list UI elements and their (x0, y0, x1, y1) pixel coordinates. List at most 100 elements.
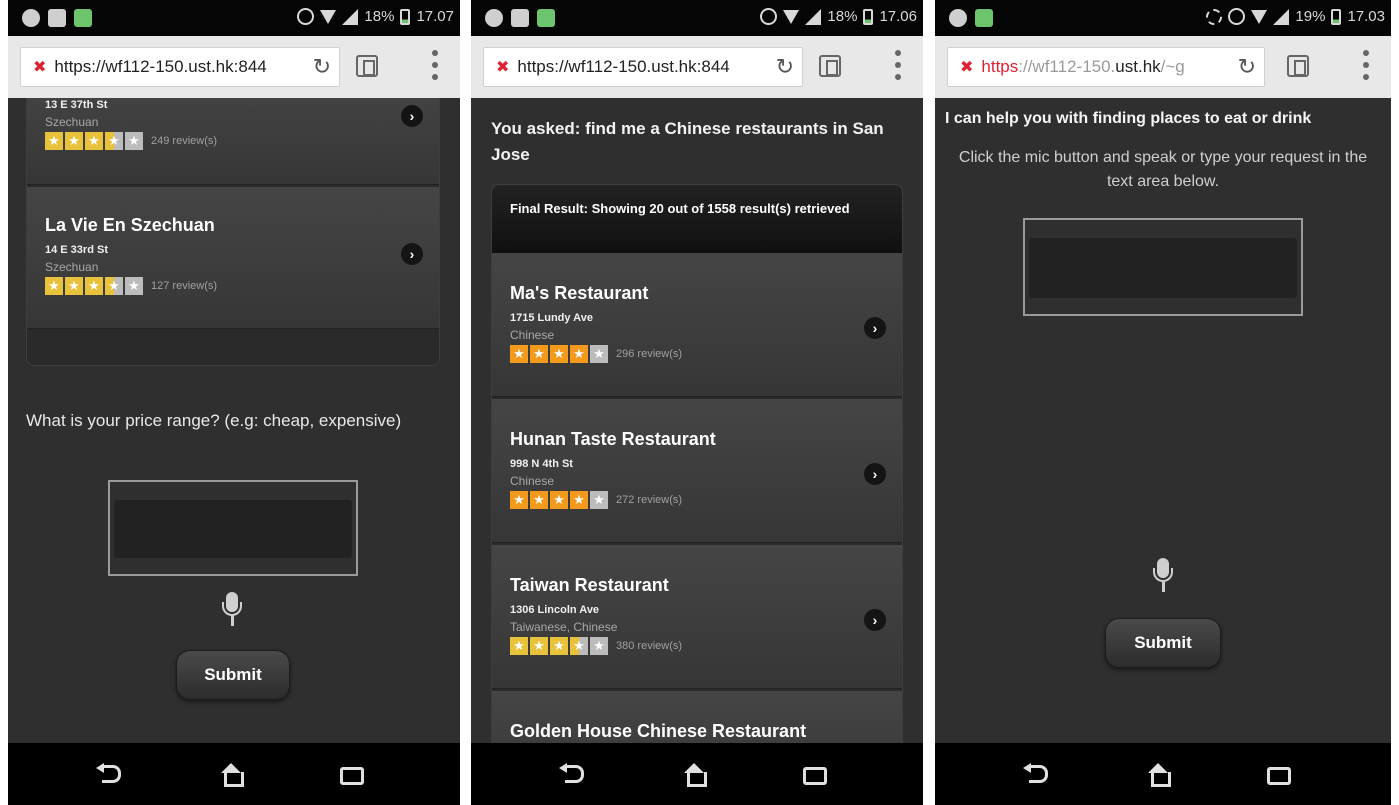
result-card[interactable]: Hunan Taste Restaurant 998 N 4th St Chin… (492, 399, 902, 543)
chevron-right-icon[interactable]: › (864, 609, 886, 631)
results-list: 13 E 37th St Szechuan ★ ★ ★ ★ ★ 249 review(s… (26, 98, 440, 366)
wifi-icon (320, 9, 337, 24)
star-empty-icon: ★ (590, 637, 608, 655)
star-half-icon: ★ (105, 277, 123, 295)
result-rating: ★ ★ ★ ★ ★ 272 review(s) (510, 491, 902, 509)
microphone-icon[interactable] (222, 592, 242, 628)
recent-apps-icon[interactable] (340, 767, 364, 785)
star-empty-icon: ★ (590, 491, 608, 509)
recent-apps-icon[interactable] (803, 767, 827, 785)
result-category: Chinese (510, 328, 555, 342)
browser-toolbar: ✖ https://wf112-150. ust.hk/~g ↻ (935, 36, 1391, 98)
url-bar[interactable]: ✖ https://wf112-150.ust.hk:844 ↻ (483, 47, 803, 87)
star-icon: ★ (550, 491, 568, 509)
result-address: 13 E 37th St (45, 99, 108, 111)
browser-toolbar: ✖ https://wf112-150.ust.hk:844 ↻ (8, 36, 460, 98)
microphone-icon[interactable] (1153, 558, 1173, 594)
star-icon: ★ (65, 277, 83, 295)
result-rating: ★ ★ ★ ★ ★ 380 review(s) (510, 637, 902, 655)
star-empty-icon: ★ (125, 132, 143, 150)
result-name: Taiwan Restaurant (510, 575, 669, 595)
url-bar[interactable]: ✖ https://wf112-150.ust.hk:844 ↻ (20, 47, 340, 87)
result-rating: ★ ★ ★ ★ ★ 296 review(s) (510, 345, 902, 363)
star-icon: ★ (550, 345, 568, 363)
battery-icon (1331, 8, 1342, 25)
app-notification-icon (74, 9, 92, 27)
alarm-icon (1228, 8, 1246, 25)
battery-percent: 18% (364, 8, 395, 25)
result-card[interactable]: La Vie En Szechuan 14 E 33rd St Szechuan… (27, 187, 439, 329)
welcome-instructions: Click the mic button and speak or type y… (958, 149, 1368, 190)
signal-icon (805, 8, 822, 25)
result-card[interactable]: Golden House Chinese Restaurant (492, 691, 902, 743)
url-scheme: https (981, 57, 1019, 76)
insecure-lock-icon: ✖ (496, 59, 510, 76)
alarm-icon (760, 8, 778, 25)
sync-icon (1206, 8, 1223, 25)
reload-icon[interactable]: ↻ (313, 54, 331, 80)
star-icon: ★ (45, 277, 63, 295)
star-half-icon: ★ (570, 637, 588, 655)
answer-textarea[interactable] (108, 480, 358, 576)
page-content: You asked: find me a Chinese restaurants… (471, 98, 923, 743)
chevron-right-icon[interactable]: › (864, 317, 886, 339)
result-rating: ★ ★ ★ ★ ★ 127 review(s) (45, 277, 439, 295)
result-card[interactable]: Taiwan Restaurant 1306 Lincoln Ave Taiwa… (492, 545, 902, 689)
chevron-right-icon[interactable]: › (864, 463, 886, 485)
insecure-lock-icon: ✖ (33, 59, 47, 76)
star-icon: ★ (510, 345, 528, 363)
submit-button[interactable]: Submit (176, 650, 290, 700)
url-host: ust.hk (1115, 57, 1161, 76)
result-address: 1306 Lincoln Ave (510, 604, 600, 616)
app-notification-icon (975, 9, 993, 27)
star-icon: ★ (85, 132, 103, 150)
chat-notification-icon (485, 9, 503, 27)
reload-icon[interactable]: ↻ (1238, 54, 1256, 80)
star-icon: ★ (510, 637, 528, 655)
review-count: 272 review(s) (616, 494, 683, 506)
url-text: https://wf112-150.ust.hk:844 (54, 57, 267, 76)
result-category: Szechuan (45, 115, 99, 129)
tabs-icon[interactable] (1287, 55, 1309, 77)
url-text: https://wf112-150.ust.hk:844 (517, 57, 730, 76)
question-prompt: What is your price range? (e.g: cheap, e… (26, 411, 402, 430)
battery-icon (863, 8, 874, 25)
clock: 17.06 (879, 8, 917, 25)
tabs-icon[interactable] (356, 55, 378, 77)
result-address: 1715 Lundy Ave (510, 312, 593, 324)
chat-notification-icon (22, 9, 40, 27)
result-address: 998 N 4th St (510, 458, 573, 470)
chevron-right-icon[interactable]: › (401, 243, 423, 265)
overflow-menu-icon[interactable] (1363, 50, 1369, 80)
submit-button[interactable]: Submit (1105, 618, 1221, 668)
request-textarea[interactable] (1023, 218, 1303, 316)
star-icon: ★ (570, 491, 588, 509)
result-category: Szechuan (45, 260, 99, 274)
recent-apps-icon[interactable] (1267, 767, 1291, 785)
result-card[interactable]: Ma's Restaurant 1715 Lundy Ave Chinese ★… (492, 253, 902, 397)
signal-icon (1273, 8, 1290, 25)
tabs-icon[interactable] (819, 55, 841, 77)
phone-screen-welcome: 19% 17.03 ✖ https://wf112-150. ust.hk/~g … (935, 0, 1391, 805)
star-icon: ★ (530, 345, 548, 363)
result-category: Chinese (510, 474, 555, 488)
status-bar: 19% 17.03 (935, 0, 1391, 36)
review-count: 296 review(s) (616, 348, 683, 360)
url-bar[interactable]: ✖ https://wf112-150. ust.hk/~g ↻ (947, 47, 1265, 87)
battery-percent: 19% (1295, 8, 1326, 25)
clock: 17.03 (1347, 8, 1385, 25)
status-bar: 18% 17.06 (471, 0, 923, 36)
overflow-menu-icon[interactable] (895, 50, 901, 80)
chevron-right-icon[interactable]: › (401, 105, 423, 127)
reload-icon[interactable]: ↻ (776, 54, 794, 80)
result-name: La Vie En Szechuan (45, 215, 215, 235)
status-bar: 18% 17.07 (8, 0, 460, 36)
result-address: 14 E 33rd St (45, 244, 108, 256)
alarm-icon (297, 8, 315, 25)
result-summary-header: Final Result: Showing 20 out of 1558 res… (492, 185, 902, 253)
url-path: /~g (1160, 57, 1185, 76)
android-nav-bar (471, 743, 923, 805)
result-card[interactable]: 13 E 37th St Szechuan ★ ★ ★ ★ ★ 249 review(s… (27, 98, 439, 185)
overflow-menu-icon[interactable] (432, 50, 438, 80)
user-query-echo: You asked: find me a Chinese restaurants… (491, 119, 884, 164)
